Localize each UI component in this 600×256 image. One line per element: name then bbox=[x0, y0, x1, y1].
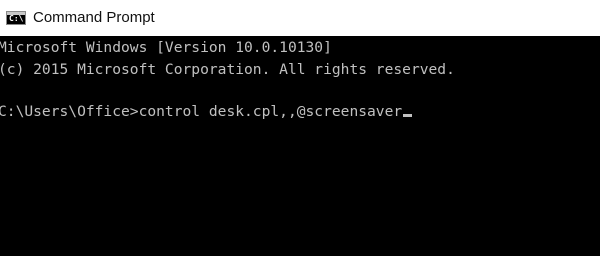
console-line-version: Microsoft Windows [Version 10.0.10130] bbox=[0, 39, 332, 56]
console-icon: C:\ bbox=[6, 11, 26, 25]
console-output-area[interactable]: Microsoft Windows [Version 10.0.10130] (… bbox=[0, 36, 600, 256]
window-title: Command Prompt bbox=[33, 9, 155, 26]
console-line-copyright: (c) 2015 Microsoft Corporation. All righ… bbox=[0, 61, 455, 78]
console-command-text: C:\Users\Office>control desk.cpl,,@scree… bbox=[0, 103, 403, 120]
text-cursor bbox=[403, 114, 413, 117]
title-bar[interactable]: C:\ Command Prompt bbox=[0, 0, 600, 36]
console-icon-glyph: C:\ bbox=[9, 14, 24, 23]
console-command-line[interactable]: C:\Users\Office>control desk.cpl,,@scree… bbox=[0, 102, 413, 122]
command-prompt-window: C:\ Command Prompt Microsoft Windows [Ve… bbox=[0, 0, 600, 256]
